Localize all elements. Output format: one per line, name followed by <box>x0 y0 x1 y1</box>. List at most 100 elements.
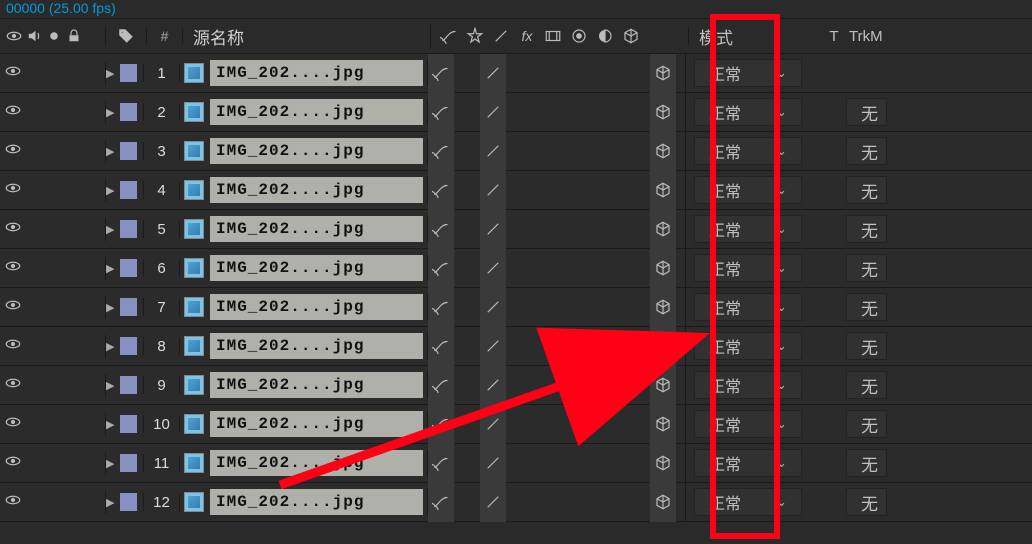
blend-mode-dropdown[interactable]: 正常⌄ <box>694 215 802 243</box>
layer-row[interactable]: ▶11IMG_202....jpg正常⌄无 <box>0 444 1032 483</box>
fx-icon[interactable]: fx <box>517 28 537 44</box>
source-name[interactable]: IMG_202....jpg <box>210 372 423 398</box>
layer-row[interactable]: ▶7IMG_202....jpg正常⌄无 <box>0 288 1032 327</box>
fx-toggle[interactable] <box>506 54 532 93</box>
quality-toggle[interactable] <box>480 327 506 366</box>
quality-toggle[interactable] <box>480 483 506 522</box>
collapse-toggle[interactable] <box>454 249 480 288</box>
visibility-toggle[interactable] <box>4 374 24 397</box>
fx-toggle[interactable] <box>506 444 532 483</box>
twirl-icon[interactable]: ▶ <box>106 145 114 158</box>
layer-row[interactable]: ▶9IMG_202....jpg正常⌄无 <box>0 366 1032 405</box>
visibility-toggle[interactable] <box>4 62 24 85</box>
fx-toggle[interactable] <box>506 288 532 327</box>
twirl-icon[interactable]: ▶ <box>106 457 114 470</box>
layer-row[interactable]: ▶10IMG_202....jpg正常⌄无 <box>0 405 1032 444</box>
frame-blend-toggle[interactable] <box>532 483 558 522</box>
fx-toggle[interactable] <box>506 93 532 132</box>
blend-mode-dropdown[interactable]: 正常⌄ <box>694 254 802 282</box>
adjustment-toggle[interactable] <box>584 405 610 444</box>
quality-toggle[interactable] <box>480 288 506 327</box>
collapse-toggle[interactable] <box>454 132 480 171</box>
twirl-icon[interactable]: ▶ <box>106 496 114 509</box>
motion-blur-toggle[interactable] <box>558 54 584 93</box>
label-color-box[interactable] <box>120 376 137 394</box>
shy-toggle[interactable] <box>428 249 454 288</box>
timecode-display[interactable]: 00000 (25.00 fps) <box>0 0 1032 18</box>
adjustment-toggle[interactable] <box>584 210 610 249</box>
track-matte-dropdown[interactable]: 无 <box>846 293 887 321</box>
collapse-toggle[interactable] <box>454 93 480 132</box>
shy-toggle[interactable] <box>428 288 454 327</box>
motion-blur-toggle[interactable] <box>558 327 584 366</box>
shy-toggle[interactable] <box>428 210 454 249</box>
layer-row[interactable]: ▶12IMG_202....jpg正常⌄无 <box>0 483 1032 522</box>
adjustment-toggle[interactable] <box>584 93 610 132</box>
layer-row[interactable]: ▶2IMG_202....jpg正常⌄无 <box>0 93 1032 132</box>
3d-layer-toggle[interactable] <box>650 210 676 249</box>
motion-blur-toggle[interactable] <box>558 366 584 405</box>
twirl-icon[interactable]: ▶ <box>106 340 114 353</box>
motion-blur-toggle[interactable] <box>558 171 584 210</box>
source-name[interactable]: IMG_202....jpg <box>210 177 423 203</box>
source-name[interactable]: IMG_202....jpg <box>210 294 423 320</box>
frame-blend-toggle[interactable] <box>532 327 558 366</box>
3d-layer-toggle[interactable] <box>650 288 676 327</box>
fx-toggle[interactable] <box>506 483 532 522</box>
collapse-toggle[interactable] <box>454 366 480 405</box>
collapse-toggle[interactable] <box>454 483 480 522</box>
shy-toggle[interactable] <box>428 366 454 405</box>
3d-layer-toggle[interactable] <box>650 171 676 210</box>
twirl-icon[interactable]: ▶ <box>106 418 114 431</box>
track-matte-header[interactable]: TrkM <box>849 28 1032 45</box>
frame-blend-icon[interactable] <box>543 27 563 45</box>
visibility-toggle[interactable] <box>4 452 24 475</box>
preserve-transparency-header[interactable]: T <box>819 28 849 45</box>
visibility-toggle[interactable] <box>4 491 24 514</box>
label-color-box[interactable] <box>120 493 137 511</box>
motion-blur-toggle[interactable] <box>558 132 584 171</box>
adjustment-toggle[interactable] <box>584 327 610 366</box>
frame-blend-toggle[interactable] <box>532 171 558 210</box>
source-name[interactable]: IMG_202....jpg <box>210 411 423 437</box>
adjustment-toggle[interactable] <box>584 249 610 288</box>
frame-blend-toggle[interactable] <box>532 366 558 405</box>
motion-blur-toggle[interactable] <box>558 483 584 522</box>
motion-blur-toggle[interactable] <box>558 444 584 483</box>
3d-layer-toggle[interactable] <box>650 93 676 132</box>
source-name[interactable]: IMG_202....jpg <box>210 333 423 359</box>
layer-row[interactable]: ▶8IMG_202....jpg正常⌄无 <box>0 327 1032 366</box>
adjustment-layer-icon[interactable] <box>595 27 615 45</box>
source-name-header[interactable]: 源名称 <box>183 24 431 49</box>
layer-row[interactable]: ▶4IMG_202....jpg正常⌄无 <box>0 171 1032 210</box>
shy-toggle[interactable] <box>428 444 454 483</box>
quality-toggle[interactable] <box>480 54 506 93</box>
visibility-toggle[interactable] <box>4 335 24 358</box>
quality-toggle[interactable] <box>480 405 506 444</box>
track-matte-dropdown[interactable]: 无 <box>846 371 887 399</box>
source-name[interactable]: IMG_202....jpg <box>210 255 423 281</box>
motion-blur-toggle[interactable] <box>558 288 584 327</box>
collapse-icon[interactable] <box>465 27 485 45</box>
shy-toggle[interactable] <box>428 93 454 132</box>
label-color-box[interactable] <box>120 142 137 160</box>
motion-blur-toggle[interactable] <box>558 405 584 444</box>
frame-blend-toggle[interactable] <box>532 93 558 132</box>
quality-toggle[interactable] <box>480 249 506 288</box>
shy-toggle[interactable] <box>428 405 454 444</box>
visibility-toggle[interactable] <box>4 413 24 436</box>
source-name[interactable]: IMG_202....jpg <box>210 99 423 125</box>
solo-icon[interactable] <box>44 27 64 45</box>
blend-mode-dropdown[interactable]: 正常⌄ <box>694 410 802 438</box>
visibility-toggle[interactable] <box>4 101 24 124</box>
quality-toggle[interactable] <box>480 366 506 405</box>
blend-mode-dropdown[interactable]: 正常⌄ <box>694 98 802 126</box>
layer-row[interactable]: ▶1IMG_202....jpg正常⌄ <box>0 54 1032 93</box>
fx-toggle[interactable] <box>506 171 532 210</box>
visibility-toggle[interactable] <box>4 257 24 280</box>
eye-icon[interactable] <box>4 27 24 45</box>
quality-toggle[interactable] <box>480 132 506 171</box>
track-matte-dropdown[interactable]: 无 <box>846 488 887 516</box>
blend-mode-dropdown[interactable]: 正常⌄ <box>694 449 802 477</box>
quality-toggle[interactable] <box>480 171 506 210</box>
